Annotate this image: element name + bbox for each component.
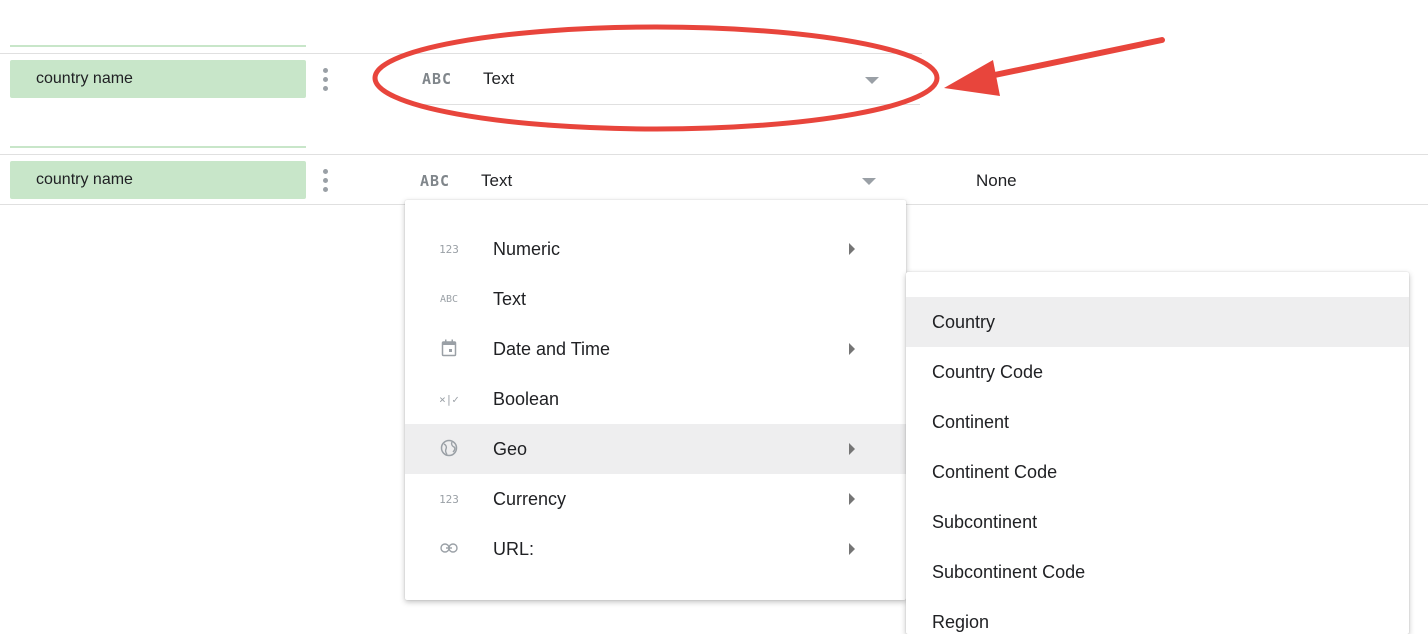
type-select-underline [410, 104, 920, 105]
menu-item-url[interactable]: URL: [405, 524, 906, 574]
menu-item-numeric[interactable]: 123 Numeric [405, 224, 906, 274]
menu-item-label: URL: [493, 538, 535, 559]
row-divider-top [10, 45, 306, 47]
numeric-icon: 123 [439, 242, 459, 256]
text-type-icon: ABC [422, 70, 453, 88]
geo-submenu: Country Country Code Continent Continent… [906, 272, 1409, 634]
aggregation-label: None [976, 171, 1017, 190]
menu-item-label: Boolean [493, 388, 560, 409]
field-type-select[interactable]: ABC Text [408, 162, 888, 202]
submenu-item-country[interactable]: Country [906, 297, 1409, 347]
chevron-down-icon [862, 178, 876, 185]
field-type-menu: 123 Numeric ABC Text Date and Time ×|✓ B… [405, 200, 906, 600]
chevron-right-icon [849, 443, 855, 455]
menu-item-label: Numeric [493, 238, 561, 259]
field-name-chip[interactable]: country name [10, 60, 306, 98]
submenu-item-continent-code[interactable]: Continent Code [906, 447, 1409, 497]
submenu-item-label: Continent [932, 411, 1010, 432]
kebab-menu-icon[interactable] [320, 64, 330, 94]
currency-icon: 123 [439, 492, 459, 506]
calendar-icon [437, 339, 461, 360]
submenu-item-label: Subcontinent [932, 511, 1038, 532]
menu-item-text[interactable]: ABC Text [405, 274, 906, 324]
menu-item-label: Geo [493, 438, 528, 459]
chevron-right-icon [849, 543, 855, 555]
field-name-chip[interactable]: country name [10, 161, 306, 199]
menu-item-label: Currency [493, 488, 567, 509]
field-type-label: Text [481, 171, 513, 190]
submenu-item-country-code[interactable]: Country Code [906, 347, 1409, 397]
text-type-icon: ABC [420, 172, 451, 190]
annotation-arrow-shaft [982, 37, 1165, 80]
globe-icon [437, 439, 461, 460]
submenu-item-continent[interactable]: Continent [906, 397, 1409, 447]
text-icon: ABC [439, 293, 459, 305]
field-type-select[interactable]: ABC Text [410, 60, 890, 100]
menu-item-label: Text [493, 288, 527, 309]
aggregation-select[interactable]: None [960, 162, 1160, 202]
field-type-label: Text [483, 69, 515, 88]
chevron-down-icon [865, 77, 879, 84]
submenu-item-label: Continent Code [932, 461, 1058, 482]
menu-item-geo[interactable]: Geo [405, 424, 906, 474]
chevron-right-icon [849, 343, 855, 355]
menu-item-label: Date and Time [493, 338, 611, 359]
field-name-label: country name [36, 70, 133, 87]
kebab-menu-icon[interactable] [320, 165, 330, 195]
chevron-right-icon [849, 243, 855, 255]
submenu-item-label: Subcontinent Code [932, 561, 1086, 582]
link-icon [437, 542, 461, 556]
boolean-icon: ×|✓ [439, 392, 459, 406]
submenu-item-label: Region [932, 611, 990, 632]
submenu-item-label: Country Code [932, 361, 1044, 382]
menu-item-boolean[interactable]: ×|✓ Boolean [405, 374, 906, 424]
field-name-label: country name [36, 171, 133, 188]
submenu-item-region[interactable]: Region [906, 597, 1409, 634]
row-divider-top [10, 146, 306, 148]
submenu-item-subcontinent[interactable]: Subcontinent [906, 497, 1409, 547]
row-divider [0, 154, 1428, 155]
annotation-arrow-head [944, 60, 1000, 96]
row-divider [0, 53, 922, 54]
menu-item-currency[interactable]: 123 Currency [405, 474, 906, 524]
menu-item-date-and-time[interactable]: Date and Time [405, 324, 906, 374]
chevron-right-icon [849, 493, 855, 505]
submenu-item-subcontinent-code[interactable]: Subcontinent Code [906, 547, 1409, 597]
submenu-item-label: Country [932, 311, 996, 332]
